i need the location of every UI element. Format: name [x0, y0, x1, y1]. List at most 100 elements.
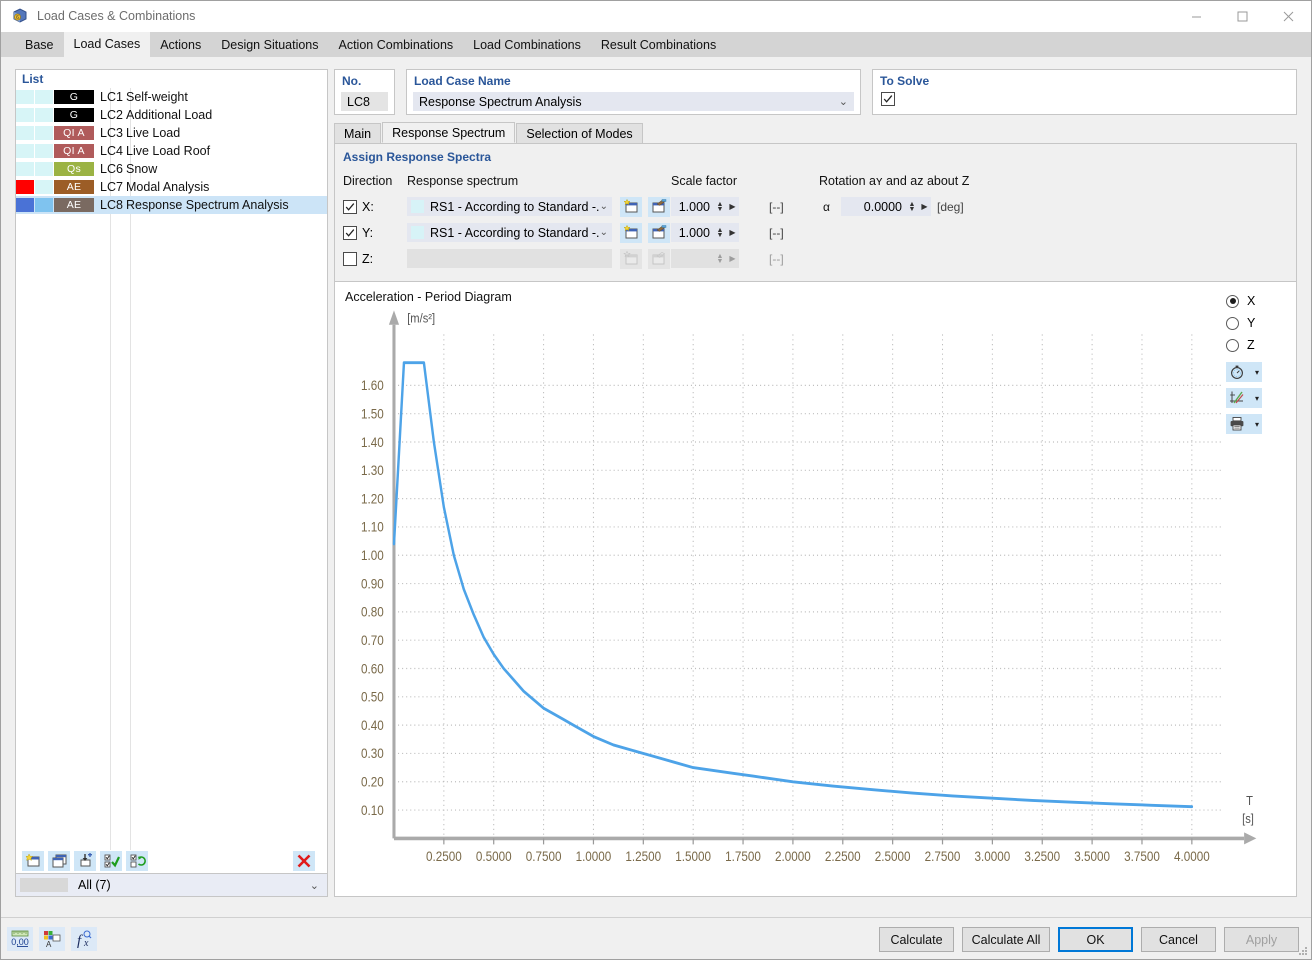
new-load-case-button[interactable]	[22, 851, 44, 871]
direction-y-toggle[interactable]: Y:	[343, 226, 373, 240]
scale-x-expand-icon[interactable]: ▶	[726, 202, 739, 211]
y-tick-label: 0.20	[361, 774, 384, 790]
cancel-button[interactable]: Cancel	[1141, 927, 1216, 952]
row-color-primary	[16, 90, 34, 104]
maximize-button[interactable]	[1219, 1, 1265, 32]
spinner-arrows-icon[interactable]: ▲▼	[714, 228, 726, 238]
direction-z-toggle[interactable]: Z:	[343, 252, 373, 266]
radio-x[interactable]: X	[1226, 290, 1282, 312]
load-case-list[interactable]: GLC1Self-weightGLC2Additional LoadQI ALC…	[16, 88, 327, 850]
x-tick-label: 3.2500	[1024, 848, 1060, 864]
display-properties-button[interactable]: A	[39, 927, 65, 951]
print-button[interactable]: ▾	[1226, 414, 1262, 434]
scale-z-input: ▲▼ ▶	[671, 249, 739, 268]
direction-x-checkbox[interactable]	[343, 200, 357, 214]
minimize-button[interactable]	[1173, 1, 1219, 32]
radio-y-dot[interactable]	[1226, 317, 1239, 330]
tab-actions[interactable]: Actions	[150, 34, 211, 57]
calculate-button[interactable]: Calculate	[879, 927, 954, 952]
chevron-down-icon[interactable]: ▾	[1255, 368, 1259, 377]
formula-button[interactable]: f x	[71, 927, 97, 951]
direction-x-toggle[interactable]: X:	[343, 200, 374, 214]
diagram-settings-button[interactable]: ▾	[1226, 388, 1262, 408]
rotation-alpha-input[interactable]: 0.0000 ▲▼ ▶	[841, 197, 931, 216]
close-button[interactable]	[1265, 1, 1311, 32]
import-load-case-button[interactable]	[74, 851, 96, 871]
chevron-down-icon[interactable]: ▾	[1255, 394, 1259, 403]
list-item[interactable]: QI ALC3Live Load	[16, 124, 327, 142]
radio-z-label: Z	[1247, 338, 1255, 352]
x-tick-label: 2.5000	[875, 848, 911, 864]
direction-y-checkbox[interactable]	[343, 226, 357, 240]
tab-design-situations[interactable]: Design Situations	[211, 34, 328, 57]
list-item[interactable]: GLC2Additional Load	[16, 106, 327, 124]
x-tick-label: 4.0000	[1174, 848, 1210, 864]
chart-canvas[interactable]: 0.100.200.300.400.500.600.700.800.901.00…	[335, 308, 1296, 896]
x-axis-arrow	[1244, 832, 1256, 844]
chevron-down-icon[interactable]: ▾	[1255, 420, 1259, 429]
assign-title: Assign Response Spectra	[343, 150, 491, 164]
chevron-down-icon: ⌄	[600, 227, 612, 238]
spinner-arrows-icon[interactable]: ▲▼	[714, 202, 726, 212]
ok-button[interactable]: OK	[1058, 927, 1133, 952]
scale-y-input[interactable]: 1.000 ▲▼ ▶	[671, 223, 739, 242]
resize-grip-icon[interactable]	[1298, 946, 1308, 956]
app-icon: 6	[11, 7, 29, 25]
svg-text:f: f	[77, 933, 83, 949]
list-item[interactable]: QI ALC4Live Load Roof	[16, 142, 327, 160]
direction-radio-group: X Y Z	[1226, 290, 1282, 434]
tab-action-combinations[interactable]: Action Combinations	[329, 34, 464, 57]
scale-y-value: 1.000	[671, 226, 714, 240]
edit-spectrum-y-button[interactable]	[648, 223, 670, 243]
name-input[interactable]: Response Spectrum Analysis ⌄	[413, 92, 854, 111]
x-tick-label: 3.0000	[975, 848, 1011, 864]
invert-selection-button[interactable]	[126, 851, 148, 871]
chart-title: Acceleration - Period Diagram	[345, 290, 512, 304]
list-filter-dropdown[interactable]: All (7) ⌄	[16, 873, 327, 896]
radio-x-label: X	[1247, 294, 1255, 308]
x-tick-label: 2.0000	[775, 848, 811, 864]
new-spectrum-y-button[interactable]	[620, 223, 642, 243]
radio-y[interactable]: Y	[1226, 312, 1282, 334]
list-item[interactable]: QsLC6Snow	[16, 160, 327, 178]
time-settings-button[interactable]: ▾	[1226, 362, 1262, 382]
scale-x-input[interactable]: 1.000 ▲▼ ▶	[671, 197, 739, 216]
radio-z[interactable]: Z	[1226, 334, 1282, 356]
subtab-response-spectrum[interactable]: Response Spectrum	[382, 122, 515, 143]
radio-z-dot[interactable]	[1226, 339, 1239, 352]
name-label: Load Case Name	[414, 74, 511, 88]
spectrum-y-dropdown[interactable]: RS1 - According to Standard -... ⌄	[407, 223, 612, 242]
spectrum-x-dropdown[interactable]: RS1 - According to Standard -... ⌄	[407, 197, 612, 216]
row-color-primary	[16, 144, 34, 158]
calculate-all-button[interactable]: Calculate All	[962, 927, 1050, 952]
list-item[interactable]: AELC8Response Spectrum Analysis	[16, 196, 327, 214]
radio-x-dot[interactable]	[1226, 295, 1239, 308]
row-color-primary	[16, 198, 34, 212]
new-spectrum-x-button[interactable]	[620, 197, 642, 217]
y-tick-label: 0.50	[361, 689, 384, 705]
tab-base[interactable]: Base	[15, 34, 64, 57]
subtab-selection-of-modes[interactable]: Selection of Modes	[516, 123, 642, 143]
select-all-button[interactable]	[100, 851, 122, 871]
x-tick-label: 3.7500	[1124, 848, 1160, 864]
direction-x-label: X:	[362, 200, 374, 214]
units-button[interactable]: 0,00	[7, 927, 33, 951]
chevron-down-icon: ⌄	[310, 879, 323, 892]
list-item[interactable]: GLC1Self-weight	[16, 88, 327, 106]
tab-result-combinations[interactable]: Result Combinations	[591, 34, 726, 57]
direction-z-checkbox[interactable]	[343, 252, 357, 266]
y-tick-label: 0.10	[361, 802, 384, 818]
rotation-symbol: α	[823, 200, 830, 214]
rotation-expand-icon[interactable]: ▶	[918, 202, 931, 211]
tab-load-combinations[interactable]: Load Combinations	[463, 34, 591, 57]
subtab-main[interactable]: Main	[334, 123, 381, 143]
copy-load-case-button[interactable]	[48, 851, 70, 871]
to-solve-checkbox[interactable]	[881, 92, 895, 106]
scale-y-expand-icon[interactable]: ▶	[726, 228, 739, 237]
edit-spectrum-x-button[interactable]	[648, 197, 670, 217]
delete-load-case-button[interactable]	[293, 851, 315, 871]
list-item[interactable]: AELC7Modal Analysis	[16, 178, 327, 196]
spinner-arrows-icon[interactable]: ▲▼	[906, 202, 918, 212]
row-color-secondary	[35, 126, 53, 140]
tab-load-cases[interactable]: Load Cases	[64, 32, 151, 57]
